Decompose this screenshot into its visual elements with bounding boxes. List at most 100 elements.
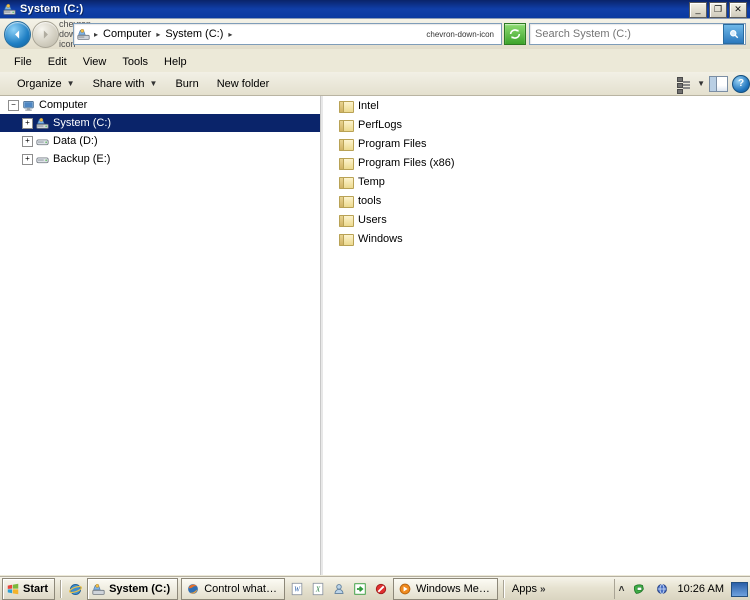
tray-expand-chevron-icon[interactable]: ˄	[619, 584, 625, 595]
tree-item-system-c[interactable]: + System (C:)	[0, 114, 320, 132]
share-with-button[interactable]: Share with ▼	[84, 76, 167, 92]
address-bar-row: chevron-down-icon ▸ Computer ▸ System (C…	[0, 19, 750, 49]
menu-bar: File Edit View Tools Help	[0, 51, 750, 72]
start-label: Start	[23, 583, 49, 595]
maximize-button[interactable]: ❐	[709, 2, 727, 18]
breadcrumb-computer[interactable]: Computer	[100, 28, 154, 40]
breadcrumb-separator-2[interactable]: ▸	[226, 30, 234, 39]
tree-label-system-c: System (C:)	[53, 117, 112, 129]
apps-toolbar[interactable]: Apps »	[509, 583, 546, 595]
navigation-pane: − Computer + System (C:) + Data (D:) + B…	[0, 96, 320, 575]
tree-item-data-d[interactable]: + Data (D:)	[0, 132, 320, 150]
list-item[interactable]: Temp	[323, 172, 750, 191]
explorer-window: System (C:) _ ❐ ✕ chevron-down-icon	[0, 0, 750, 600]
drive-icon	[36, 117, 49, 130]
svg-text:X: X	[315, 586, 321, 594]
title-bar: System (C:) _ ❐ ✕	[0, 0, 750, 19]
magnifier-icon	[729, 30, 738, 39]
breadcrumb-separator-0[interactable]: ▸	[92, 30, 100, 39]
tree-label-backup-e: Backup (E:)	[53, 153, 111, 165]
list-item[interactable]: Users	[323, 210, 750, 229]
address-dropdown-button[interactable]: chevron-down-icon	[419, 30, 501, 39]
taskbar-separator	[502, 580, 504, 598]
chevron-down-icon: ▼	[149, 79, 158, 88]
window-controls: _ ❐ ✕	[689, 2, 747, 18]
menu-file[interactable]: File	[6, 54, 40, 70]
expander-backup-e[interactable]: +	[22, 153, 33, 165]
file-name: Program Files	[358, 137, 427, 150]
tree-label-data-d: Data (D:)	[53, 135, 98, 147]
list-item[interactable]: Program Files	[323, 134, 750, 153]
search-box[interactable]	[529, 23, 746, 45]
expander-system-c[interactable]: +	[22, 117, 33, 129]
task-system-c[interactable]: System (C:)	[87, 578, 179, 600]
green-arrow-icon[interactable]	[351, 580, 369, 598]
list-item[interactable]: Intel	[323, 96, 750, 115]
file-name: Temp	[358, 175, 385, 188]
disk-icon	[36, 135, 49, 148]
green-shield-icon[interactable]	[630, 580, 648, 598]
back-arrow-icon	[15, 29, 20, 39]
forward-arrow-icon	[43, 29, 48, 39]
address-bar[interactable]: ▸ Computer ▸ System (C:) ▸ chevron-down-…	[73, 23, 502, 45]
excel-icon[interactable]: X	[309, 580, 327, 598]
apps-overflow-button[interactable]: »	[540, 584, 546, 595]
internet-explorer-icon[interactable]	[66, 580, 84, 598]
expander-data-d[interactable]: +	[22, 135, 33, 147]
tree-item-computer[interactable]: − Computer	[0, 96, 320, 114]
preview-pane-icon[interactable]	[709, 75, 728, 92]
list-item[interactable]: PerfLogs	[323, 115, 750, 134]
burn-button[interactable]: Burn	[166, 76, 207, 92]
breadcrumb-separator-1[interactable]: ▸	[154, 30, 162, 39]
help-icon[interactable]: ?	[732, 74, 750, 93]
breadcrumb-system-c[interactable]: System (C:)	[162, 28, 226, 40]
word-icon[interactable]: W	[288, 580, 306, 598]
list-item[interactable]: Windows	[323, 229, 750, 248]
show-desktop-icon[interactable]	[731, 581, 748, 597]
folder-icon	[339, 195, 354, 208]
task-windows-media[interactable]: Windows Me…	[392, 578, 498, 600]
block-icon[interactable]	[372, 580, 390, 598]
folder-icon	[339, 176, 354, 189]
blue-globe-icon[interactable]	[653, 580, 671, 598]
person-search-icon[interactable]	[330, 580, 348, 598]
task-control-what[interactable]: Control what…	[181, 578, 285, 600]
command-toolbar: Organize ▼ Share with ▼ Burn New folder …	[0, 72, 750, 96]
menu-tools[interactable]: Tools	[114, 54, 156, 70]
minimize-button[interactable]: _	[689, 2, 707, 18]
computer-icon	[77, 28, 90, 41]
forward-button[interactable]	[32, 20, 59, 48]
list-item[interactable]: Program Files (x86)	[323, 153, 750, 172]
refresh-button[interactable]	[504, 23, 526, 45]
media-player-icon	[398, 582, 412, 596]
list-item[interactable]: tools	[323, 191, 750, 210]
file-name: Program Files (x86)	[358, 156, 455, 169]
folder-icon	[339, 214, 354, 227]
folder-icon	[339, 138, 354, 151]
computer-icon	[22, 99, 35, 112]
drive-icon	[92, 583, 105, 596]
menu-help[interactable]: Help	[156, 54, 195, 70]
clock[interactable]: 10:26 AM	[676, 583, 726, 595]
back-button[interactable]	[4, 20, 31, 48]
taskbar-separator	[60, 580, 62, 598]
view-layout-icon[interactable]	[677, 76, 693, 94]
toolbar-right-group: ▼ ?	[677, 74, 750, 94]
new-folder-button[interactable]: New folder	[208, 76, 279, 92]
search-input[interactable]	[530, 27, 723, 41]
view-chevron-down-icon[interactable]: ▼	[697, 79, 705, 88]
menu-view[interactable]: View	[75, 54, 115, 70]
expander-computer[interactable]: −	[8, 99, 19, 111]
folder-icon	[339, 100, 354, 113]
menu-edit[interactable]: Edit	[40, 54, 75, 70]
close-button[interactable]: ✕	[729, 2, 747, 18]
organize-button[interactable]: Organize ▼	[8, 76, 84, 92]
search-button[interactable]	[723, 24, 744, 44]
tree-item-backup-e[interactable]: + Backup (E:)	[0, 150, 320, 168]
file-name: tools	[358, 194, 382, 207]
file-name: Intel	[358, 99, 379, 112]
file-name: Windows	[358, 232, 403, 245]
start-button[interactable]: Start	[2, 578, 56, 600]
history-dropdown[interactable]: chevron-down-icon	[59, 19, 94, 49]
apps-label: Apps	[511, 583, 537, 595]
